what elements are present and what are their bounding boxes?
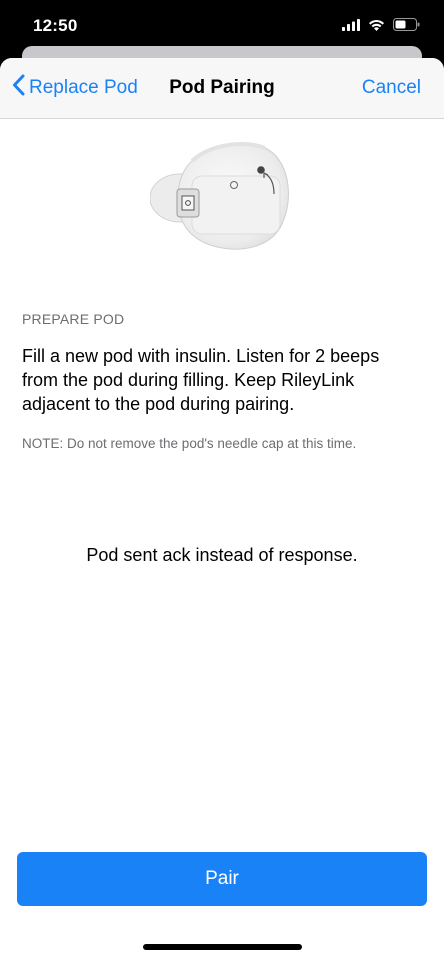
instructions-text: Fill a new pod with insulin. Listen for … xyxy=(22,346,380,414)
battery-icon xyxy=(393,18,420,36)
status-icons xyxy=(342,18,420,36)
cancel-button[interactable]: Cancel xyxy=(362,77,421,99)
chevron-left-icon xyxy=(12,74,29,102)
status-bar: 12:50 xyxy=(0,0,444,50)
back-button-label: Replace Pod xyxy=(29,77,138,98)
navigation-bar: Replace Pod Pod Pairing Cancel xyxy=(0,58,444,119)
modal-sheet: Replace Pod Pod Pairing Cancel PREPARE P… xyxy=(0,58,444,960)
home-indicator xyxy=(143,944,302,950)
status-message: Pod sent ack instead of response. xyxy=(86,545,358,565)
status-time: 12:50 xyxy=(33,16,78,35)
cellular-signal-icon xyxy=(342,18,360,36)
note-text: NOTE: Do not remove the pod's needle cap… xyxy=(22,436,357,451)
section-header: PREPARE POD xyxy=(22,311,125,327)
wifi-icon xyxy=(368,18,385,36)
back-button[interactable]: Replace Pod xyxy=(12,74,138,102)
pod-illustration xyxy=(149,136,292,259)
pair-button[interactable]: Pair xyxy=(17,852,427,906)
